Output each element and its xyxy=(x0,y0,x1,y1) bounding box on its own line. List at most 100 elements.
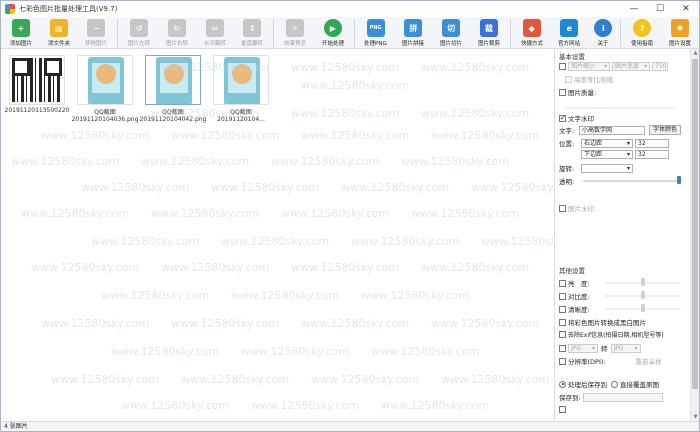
text-watermark-checkbox[interactable] xyxy=(559,114,566,122)
sharpness-slider-thumb[interactable] xyxy=(641,304,645,312)
resize-checkbox[interactable] xyxy=(559,63,566,70)
stitch-button[interactable]: 拼图片拼接 xyxy=(394,17,432,49)
scroll-down-icon[interactable]: ▼ xyxy=(691,413,700,421)
scrollbar-thumb[interactable] xyxy=(692,59,698,389)
watermark-text: www.12580sky.com xyxy=(241,345,350,358)
extra-option-checkbox[interactable] xyxy=(559,406,566,413)
watermark-text: www.12580sky.com xyxy=(291,61,400,74)
resize-select[interactable]: 图片缩小 ▾ xyxy=(568,62,610,71)
flip-horizontal-button[interactable]: ⇔ 水平翻转 xyxy=(196,17,234,49)
toolbar-label: 添文件夹 xyxy=(47,40,70,47)
quality-checkbox[interactable] xyxy=(559,88,566,96)
keep-ratio-checkbox[interactable] xyxy=(565,75,572,83)
image-count: 4 张图片 xyxy=(4,423,28,430)
toolbar-separator xyxy=(353,19,355,47)
contrast-checkbox[interactable] xyxy=(559,292,566,300)
image-thumbnail[interactable]: QQ截图 20191120104042.png xyxy=(139,55,207,123)
rotate-select[interactable]: ▾ xyxy=(581,163,633,173)
remove-exif-row: 去除Exif信息(拍摄日期,相机型号等) xyxy=(559,330,664,339)
position-x-select[interactable]: 右边距 ▾ xyxy=(581,138,633,148)
toolbar-label: 快捷方式 xyxy=(520,40,543,47)
flip-vertical-button[interactable]: ⇕ 垂直翻转 xyxy=(234,17,272,49)
text-watermark-label: 文字水印 xyxy=(568,115,594,123)
convert-from-select[interactable]: JPG ▾ xyxy=(568,343,598,353)
app-window: 七彩色图片批量处理工具(V9.7) — ☐ ✕ + 添加图片 ▤ 添文件夹 − 移除图片 ↺… xyxy=(0,0,700,432)
watermark-text: www.12580sky.com xyxy=(431,129,540,142)
screenshot-image xyxy=(145,55,201,105)
rotate-right-button[interactable]: ↻ 图片右转 xyxy=(158,17,196,49)
position-y-select[interactable]: 下边距 ▾ xyxy=(581,150,633,159)
add-image-button[interactable]: + 添加图片 xyxy=(2,17,40,49)
title-bar: 七彩色图片批量处理工具(V9.7) — ☐ ✕ xyxy=(1,1,699,17)
brightness-checkbox[interactable] xyxy=(559,279,566,287)
shortcut-button[interactable]: ◆ 快捷方式 xyxy=(513,17,551,49)
scroll-up-icon[interactable]: ▲ xyxy=(691,49,700,57)
watermark-text: www.12580sky.com xyxy=(211,181,320,194)
remove-exif-checkbox[interactable] xyxy=(559,331,566,338)
image-watermark-row: 图片水印 xyxy=(559,203,594,213)
watermark-text-input[interactable]: 小高数学网 xyxy=(579,125,645,135)
thumbnail-filename: 20191120104... xyxy=(217,116,265,123)
settings-scrollbar[interactable]: ▲ ▼ xyxy=(690,49,699,421)
opacity-slider-thumb[interactable] xyxy=(677,176,681,184)
keep-ratio-row[interactable]: 高度等比例缩 xyxy=(565,74,613,84)
sharpness-checkbox[interactable] xyxy=(559,305,566,313)
grayscale-checkbox[interactable] xyxy=(559,318,566,326)
add-folder-button[interactable]: ▤ 添文件夹 xyxy=(40,17,78,49)
brightness-slider-thumb[interactable] xyxy=(641,278,645,286)
resize-value-input[interactable]: 750 xyxy=(652,62,668,71)
extra-option-row xyxy=(559,406,568,413)
overwrite-radio[interactable] xyxy=(611,380,618,388)
image-watermark-checkbox[interactable] xyxy=(559,204,566,212)
remove-image-button[interactable]: − 移除图片 xyxy=(78,17,116,49)
watermark-text: www.12580sky.com xyxy=(31,261,140,274)
watermark-text: www.12580sky.com xyxy=(101,289,210,302)
toolbar-label: 图片右转 xyxy=(165,40,188,47)
close-button[interactable]: ✕ xyxy=(673,1,699,17)
watermark-text: www.12580sky.com xyxy=(291,107,400,120)
font-color-button[interactable]: 字体颜色 xyxy=(649,125,682,135)
window-title: 七彩色图片批量处理工具(V9.7) xyxy=(19,5,118,13)
watermark-text: www.12580sky.com xyxy=(171,129,280,142)
rotate-left-button[interactable]: ↺ 图片左转 xyxy=(120,17,158,49)
save-new-radio[interactable] xyxy=(559,380,566,388)
quality-label: 图片质量: xyxy=(568,89,597,97)
contrast-label: 对比度: xyxy=(568,293,590,301)
start-button[interactable]: ▶ 开始处理 xyxy=(314,17,352,49)
position-y-input[interactable]: 32 xyxy=(635,150,669,159)
image-thumbnail[interactable]: 20191120113500220 xyxy=(3,55,71,114)
watermark-text: www.12580sky.com xyxy=(301,317,410,330)
add-image-icon: + xyxy=(11,19,30,37)
website-icon: e xyxy=(560,19,579,37)
position-x-input[interactable]: 32 xyxy=(635,138,669,148)
minimize-button[interactable]: — xyxy=(621,1,647,17)
watermark-text: www.12580sky.com xyxy=(141,155,250,168)
help-button[interactable]: ? 使用指南 xyxy=(623,17,661,49)
dpi-checkbox[interactable] xyxy=(559,357,566,365)
resize-mode-select[interactable]: 图片宽度 ▾ xyxy=(612,62,650,71)
website-button[interactable]: e 官方网站 xyxy=(550,17,588,49)
png-button[interactable]: PNG 处理PNG xyxy=(357,17,395,49)
rotate-left-icon: ↺ xyxy=(130,19,149,37)
settings-button[interactable]: ✱ 图片设置 xyxy=(661,17,699,49)
convert-to-select[interactable]: JPG ▾ xyxy=(610,343,641,353)
slice-button[interactable]: 切图片切片 xyxy=(432,17,470,49)
brightness-row: 亮 度: xyxy=(559,278,590,288)
image-list-area[interactable]: 20191120113500220 QQ截图 20191120104036.png Q… xyxy=(1,49,553,421)
text-row: 文字: 小高数学网 字体颜色 xyxy=(559,125,682,135)
text-label: 文字: xyxy=(559,127,575,135)
image-thumbnail[interactable]: QQ截图 20191120104036.png xyxy=(71,55,139,123)
preview-button[interactable]: ⌕ 效果预览 xyxy=(276,17,314,49)
dpi-label: 分辨率(DPI): xyxy=(568,358,606,366)
add-folder-icon: ▤ xyxy=(49,19,68,37)
convert-checkbox[interactable] xyxy=(559,344,566,352)
watermark-text: www.12580sky.com xyxy=(301,129,410,142)
about-button[interactable]: i 关于 xyxy=(588,17,618,49)
save-to-input[interactable] xyxy=(582,392,663,402)
window-controls: — ☐ ✕ xyxy=(621,1,699,17)
crop-button[interactable]: 裁图片裁剪 xyxy=(470,17,508,49)
watermark-text: www.12580sky.com xyxy=(421,107,530,120)
maximize-button[interactable]: ☐ xyxy=(647,1,673,17)
contrast-slider-thumb[interactable] xyxy=(641,291,645,299)
image-thumbnail[interactable]: QQ截图 20191120104... xyxy=(207,55,275,123)
